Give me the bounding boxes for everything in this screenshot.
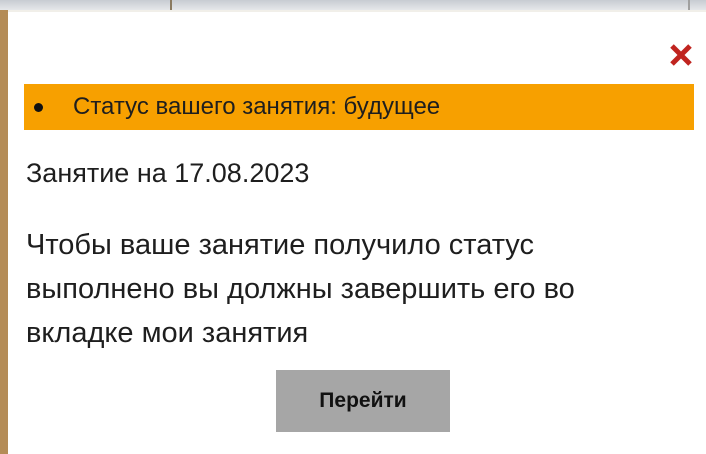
lesson-date: Занятие на 17.08.2023 xyxy=(26,158,310,188)
go-button[interactable]: Перейти xyxy=(276,370,450,432)
status-badge: Статус вашего занятия: будущее xyxy=(24,84,694,130)
background-divider xyxy=(688,0,690,10)
status-text: Статус вашего занятия: будущее xyxy=(73,93,441,120)
lesson-info-text: Чтобы ваше занятие получило статус выпол… xyxy=(26,229,575,349)
close-button[interactable] xyxy=(668,42,694,68)
close-icon xyxy=(670,44,692,66)
bullet-icon xyxy=(34,102,43,112)
lesson-status-modal: Статус вашего занятия: будущее Занятие н… xyxy=(8,10,706,454)
background-divider xyxy=(170,0,172,10)
background-page xyxy=(0,0,706,10)
